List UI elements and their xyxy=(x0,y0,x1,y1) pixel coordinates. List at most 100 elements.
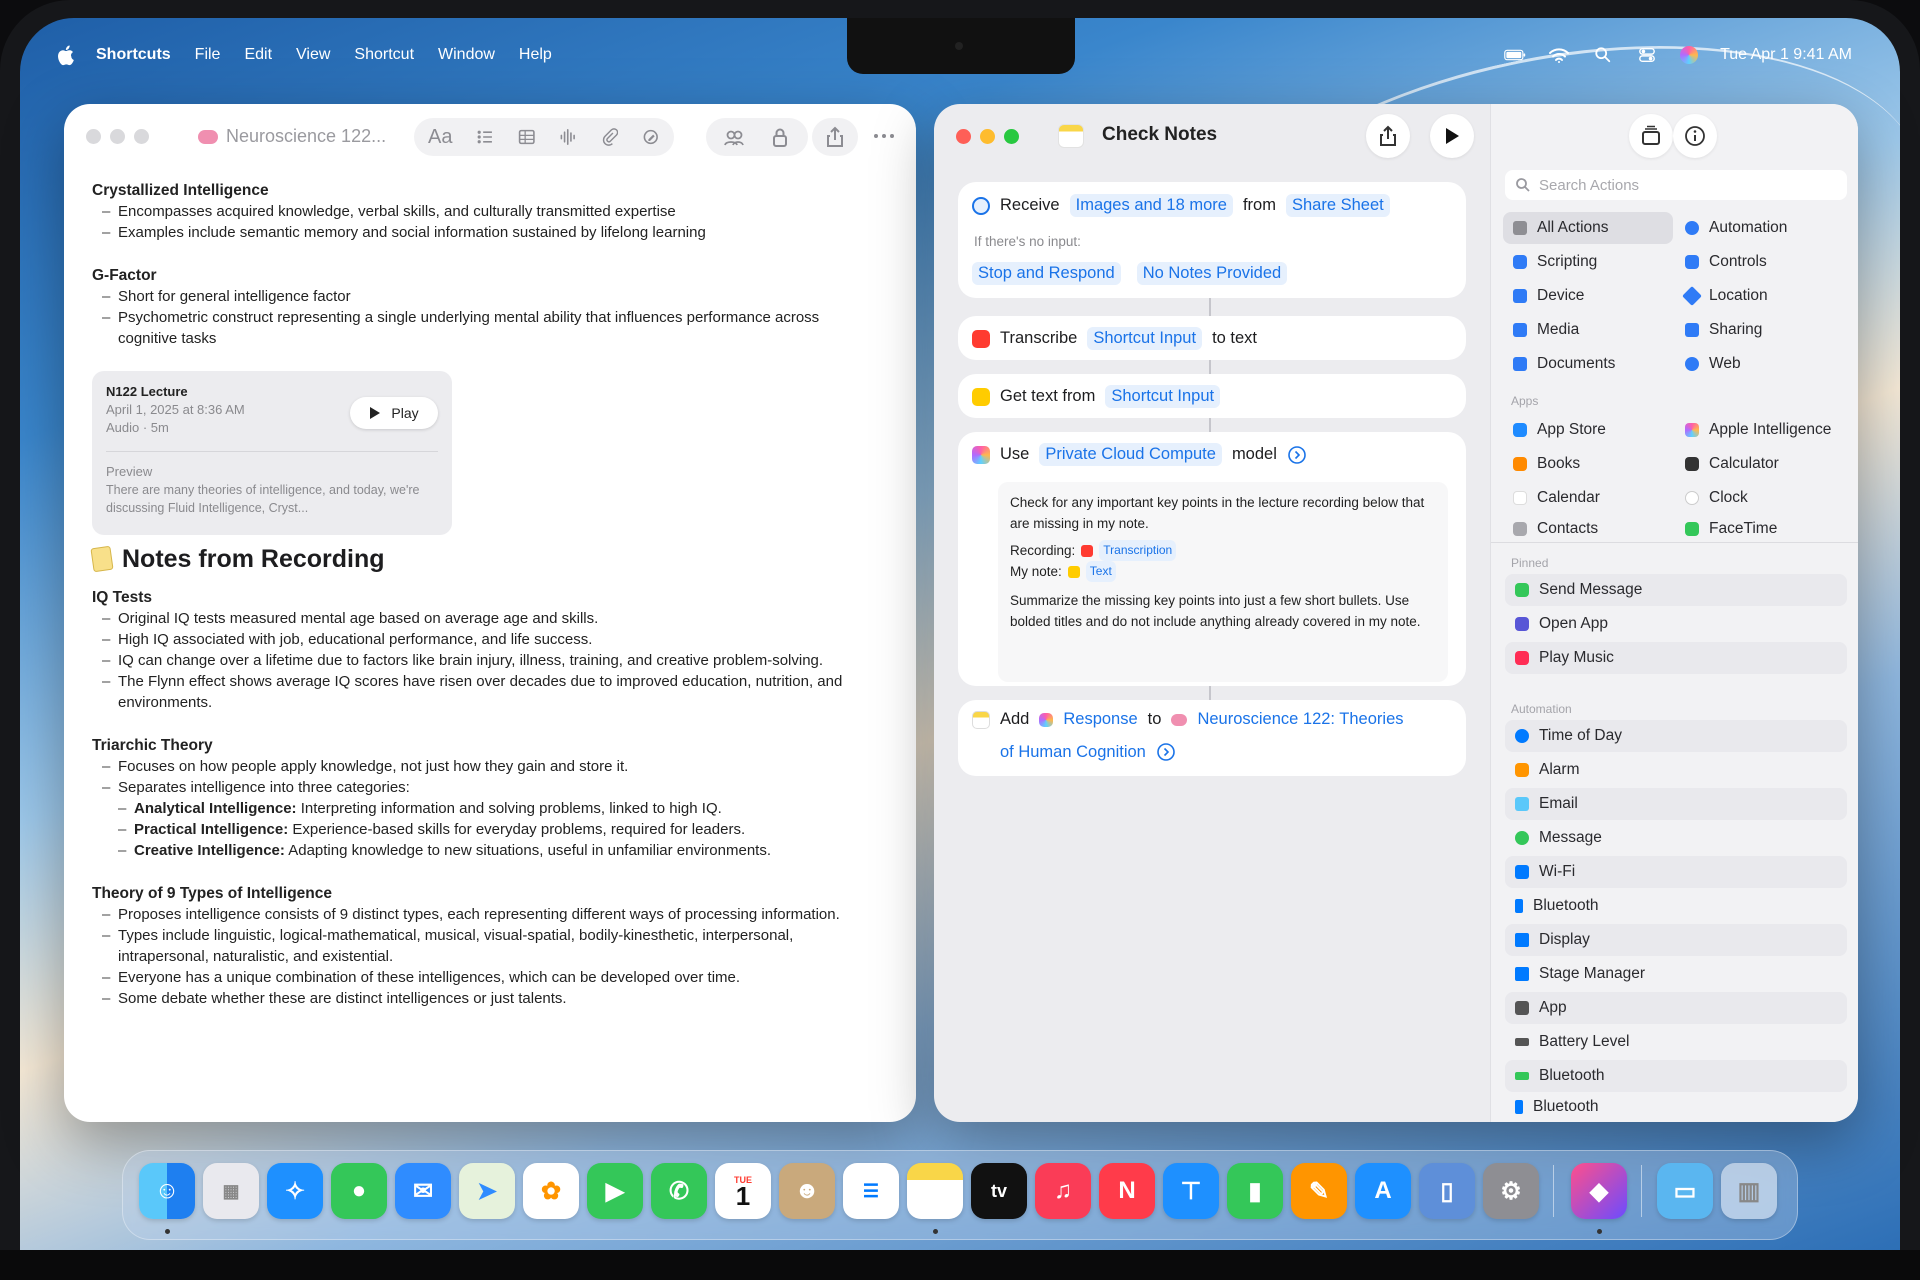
text-token[interactable]: Text xyxy=(1085,561,1116,582)
facetime-icon[interactable]: ▶ xyxy=(587,1163,643,1219)
contacts-icon[interactable]: ☻ xyxy=(779,1163,835,1219)
checklist-icon[interactable] xyxy=(476,126,494,148)
note-body[interactable]: Crystallized Intelligence Encompasses ac… xyxy=(90,180,882,1009)
prompt-field[interactable]: Check for any important key points in th… xyxy=(998,482,1448,682)
close-button[interactable] xyxy=(956,129,971,144)
app-clock[interactable]: Clock xyxy=(1675,482,1847,514)
menu-file[interactable]: File xyxy=(195,46,221,64)
transcription-token[interactable]: Transcription xyxy=(1099,540,1177,561)
share-shortcut-button[interactable] xyxy=(1366,114,1410,158)
control-center-icon[interactable] xyxy=(1636,46,1658,64)
share-button[interactable] xyxy=(812,118,858,156)
app-contacts[interactable]: Contacts xyxy=(1503,516,1673,542)
response-token[interactable]: Response xyxy=(1063,710,1137,729)
menu-view[interactable]: View xyxy=(296,46,330,64)
trigger-app[interactable]: App xyxy=(1505,992,1847,1024)
audio-waveform-icon[interactable] xyxy=(559,126,577,148)
target-note-token[interactable]: Neuroscience 122: Theories xyxy=(1197,710,1403,729)
shortcuts-dock-icon[interactable]: ◆ xyxy=(1571,1163,1627,1219)
add-action-card[interactable]: Add Response to Neuroscience 122: Theori… xyxy=(958,700,1466,776)
menu-edit[interactable]: Edit xyxy=(244,46,272,64)
search-actions-input[interactable]: Search Actions xyxy=(1505,170,1847,200)
music-icon[interactable]: ♫ xyxy=(1035,1163,1091,1219)
no-notes-token[interactable]: No Notes Provided xyxy=(1136,262,1288,285)
lock-icon[interactable] xyxy=(769,126,791,148)
collaborate-icon[interactable] xyxy=(723,126,745,148)
minimize-button[interactable] xyxy=(980,129,995,144)
category-all-actions[interactable]: All Actions xyxy=(1503,212,1673,244)
chevron-circle-icon[interactable] xyxy=(1287,445,1307,465)
transcribe-action-card[interactable]: Transcribe Shortcut Input to text xyxy=(958,316,1466,360)
close-button[interactable] xyxy=(86,129,101,144)
maps-icon[interactable]: ➤ xyxy=(459,1163,515,1219)
trigger-stage-manager[interactable]: Stage Manager xyxy=(1505,958,1847,990)
phone-icon[interactable]: ✆ xyxy=(651,1163,707,1219)
receive-action-card[interactable]: Receive Images and 18 more from Share Sh… xyxy=(958,182,1466,298)
shortcut-input-token[interactable]: Shortcut Input xyxy=(1087,327,1203,350)
apple-logo-icon[interactable] xyxy=(54,44,76,66)
app-store-icon[interactable]: A xyxy=(1355,1163,1411,1219)
app-calculator[interactable]: Calculator xyxy=(1675,448,1847,480)
menu-help[interactable]: Help xyxy=(519,46,552,64)
markup-icon[interactable] xyxy=(642,126,660,148)
menu-shortcut[interactable]: Shortcut xyxy=(354,46,414,64)
news-icon[interactable]: N xyxy=(1099,1163,1155,1219)
app-app-store[interactable]: App Store xyxy=(1503,414,1673,446)
calendar-icon[interactable]: TUE 1 xyxy=(715,1163,771,1219)
category-controls[interactable]: Controls xyxy=(1675,246,1847,278)
downloads-folder-icon[interactable]: ▭ xyxy=(1657,1163,1713,1219)
attachment-icon[interactable] xyxy=(601,126,619,148)
model-token[interactable]: Private Cloud Compute xyxy=(1039,443,1222,466)
menu-app-name[interactable]: Shortcuts xyxy=(96,46,171,64)
action-open-app[interactable]: Open App xyxy=(1505,608,1847,640)
shortcut-input-token[interactable]: Shortcut Input xyxy=(1105,385,1221,408)
target-note-token-cont[interactable]: of Human Cognition xyxy=(1000,743,1146,762)
system-settings-icon[interactable]: ⚙ xyxy=(1483,1163,1539,1219)
trash-icon[interactable]: ▥ xyxy=(1721,1163,1777,1219)
spotlight-search-icon[interactable] xyxy=(1592,46,1614,64)
trigger-message[interactable]: Message xyxy=(1505,822,1847,854)
category-location[interactable]: Location xyxy=(1675,280,1847,312)
zoom-button[interactable] xyxy=(134,129,149,144)
trigger-wifi[interactable]: Wi-Fi xyxy=(1505,856,1847,888)
category-documents[interactable]: Documents xyxy=(1503,348,1673,380)
minimize-button[interactable] xyxy=(110,129,125,144)
menu-window[interactable]: Window xyxy=(438,46,495,64)
trigger-bluetooth-2[interactable]: Bluetooth xyxy=(1505,1060,1847,1092)
menu-datetime[interactable]: Tue Apr 1 9:41 AM xyxy=(1720,46,1852,64)
trigger-time-of-day[interactable]: Time of Day xyxy=(1505,720,1847,752)
iphone-mirroring-icon[interactable]: ▯ xyxy=(1419,1163,1475,1219)
apple-tv-icon[interactable]: tv xyxy=(971,1163,1027,1219)
mail-icon[interactable]: ✉ xyxy=(395,1163,451,1219)
stop-respond-token[interactable]: Stop and Respond xyxy=(972,262,1121,285)
action-play-music[interactable]: Play Music xyxy=(1505,642,1847,674)
use-model-action-card[interactable]: Use Private Cloud Compute model Check fo… xyxy=(958,432,1466,686)
play-button[interactable]: Play xyxy=(350,397,438,429)
safari-icon[interactable]: ✧ xyxy=(267,1163,323,1219)
numbers-icon[interactable]: ▮ xyxy=(1227,1163,1283,1219)
get-text-action-card[interactable]: Get text from Shortcut Input xyxy=(958,374,1466,418)
share-sheet-token[interactable]: Share Sheet xyxy=(1285,194,1390,217)
input-types-token[interactable]: Images and 18 more xyxy=(1069,194,1233,217)
app-apple-intelligence[interactable]: Apple Intelligence xyxy=(1675,414,1847,446)
trigger-bluetooth[interactable]: Bluetooth xyxy=(1505,890,1847,922)
chevron-circle-icon[interactable] xyxy=(1156,742,1176,762)
run-shortcut-button[interactable] xyxy=(1430,114,1474,158)
category-web[interactable]: Web xyxy=(1675,348,1847,380)
category-media[interactable]: Media xyxy=(1503,314,1673,346)
battery-icon[interactable] xyxy=(1504,46,1526,64)
shortcut-title[interactable]: Check Notes xyxy=(1102,124,1217,146)
category-sharing[interactable]: Sharing xyxy=(1675,314,1847,346)
trigger-display[interactable]: Display xyxy=(1505,924,1847,956)
category-automation[interactable]: Automation xyxy=(1675,212,1847,244)
reminders-icon[interactable]: ☰ xyxy=(843,1163,899,1219)
info-button[interactable] xyxy=(1673,114,1717,158)
app-calendar[interactable]: Calendar xyxy=(1503,482,1673,514)
trigger-alarm[interactable]: Alarm xyxy=(1505,754,1847,786)
wifi-icon[interactable] xyxy=(1548,46,1570,64)
more-options-icon[interactable] xyxy=(872,129,896,143)
messages-icon[interactable]: ● xyxy=(331,1163,387,1219)
category-scripting[interactable]: Scripting xyxy=(1503,246,1673,278)
pages-icon[interactable]: ✎ xyxy=(1291,1163,1347,1219)
zoom-button[interactable] xyxy=(1004,129,1019,144)
